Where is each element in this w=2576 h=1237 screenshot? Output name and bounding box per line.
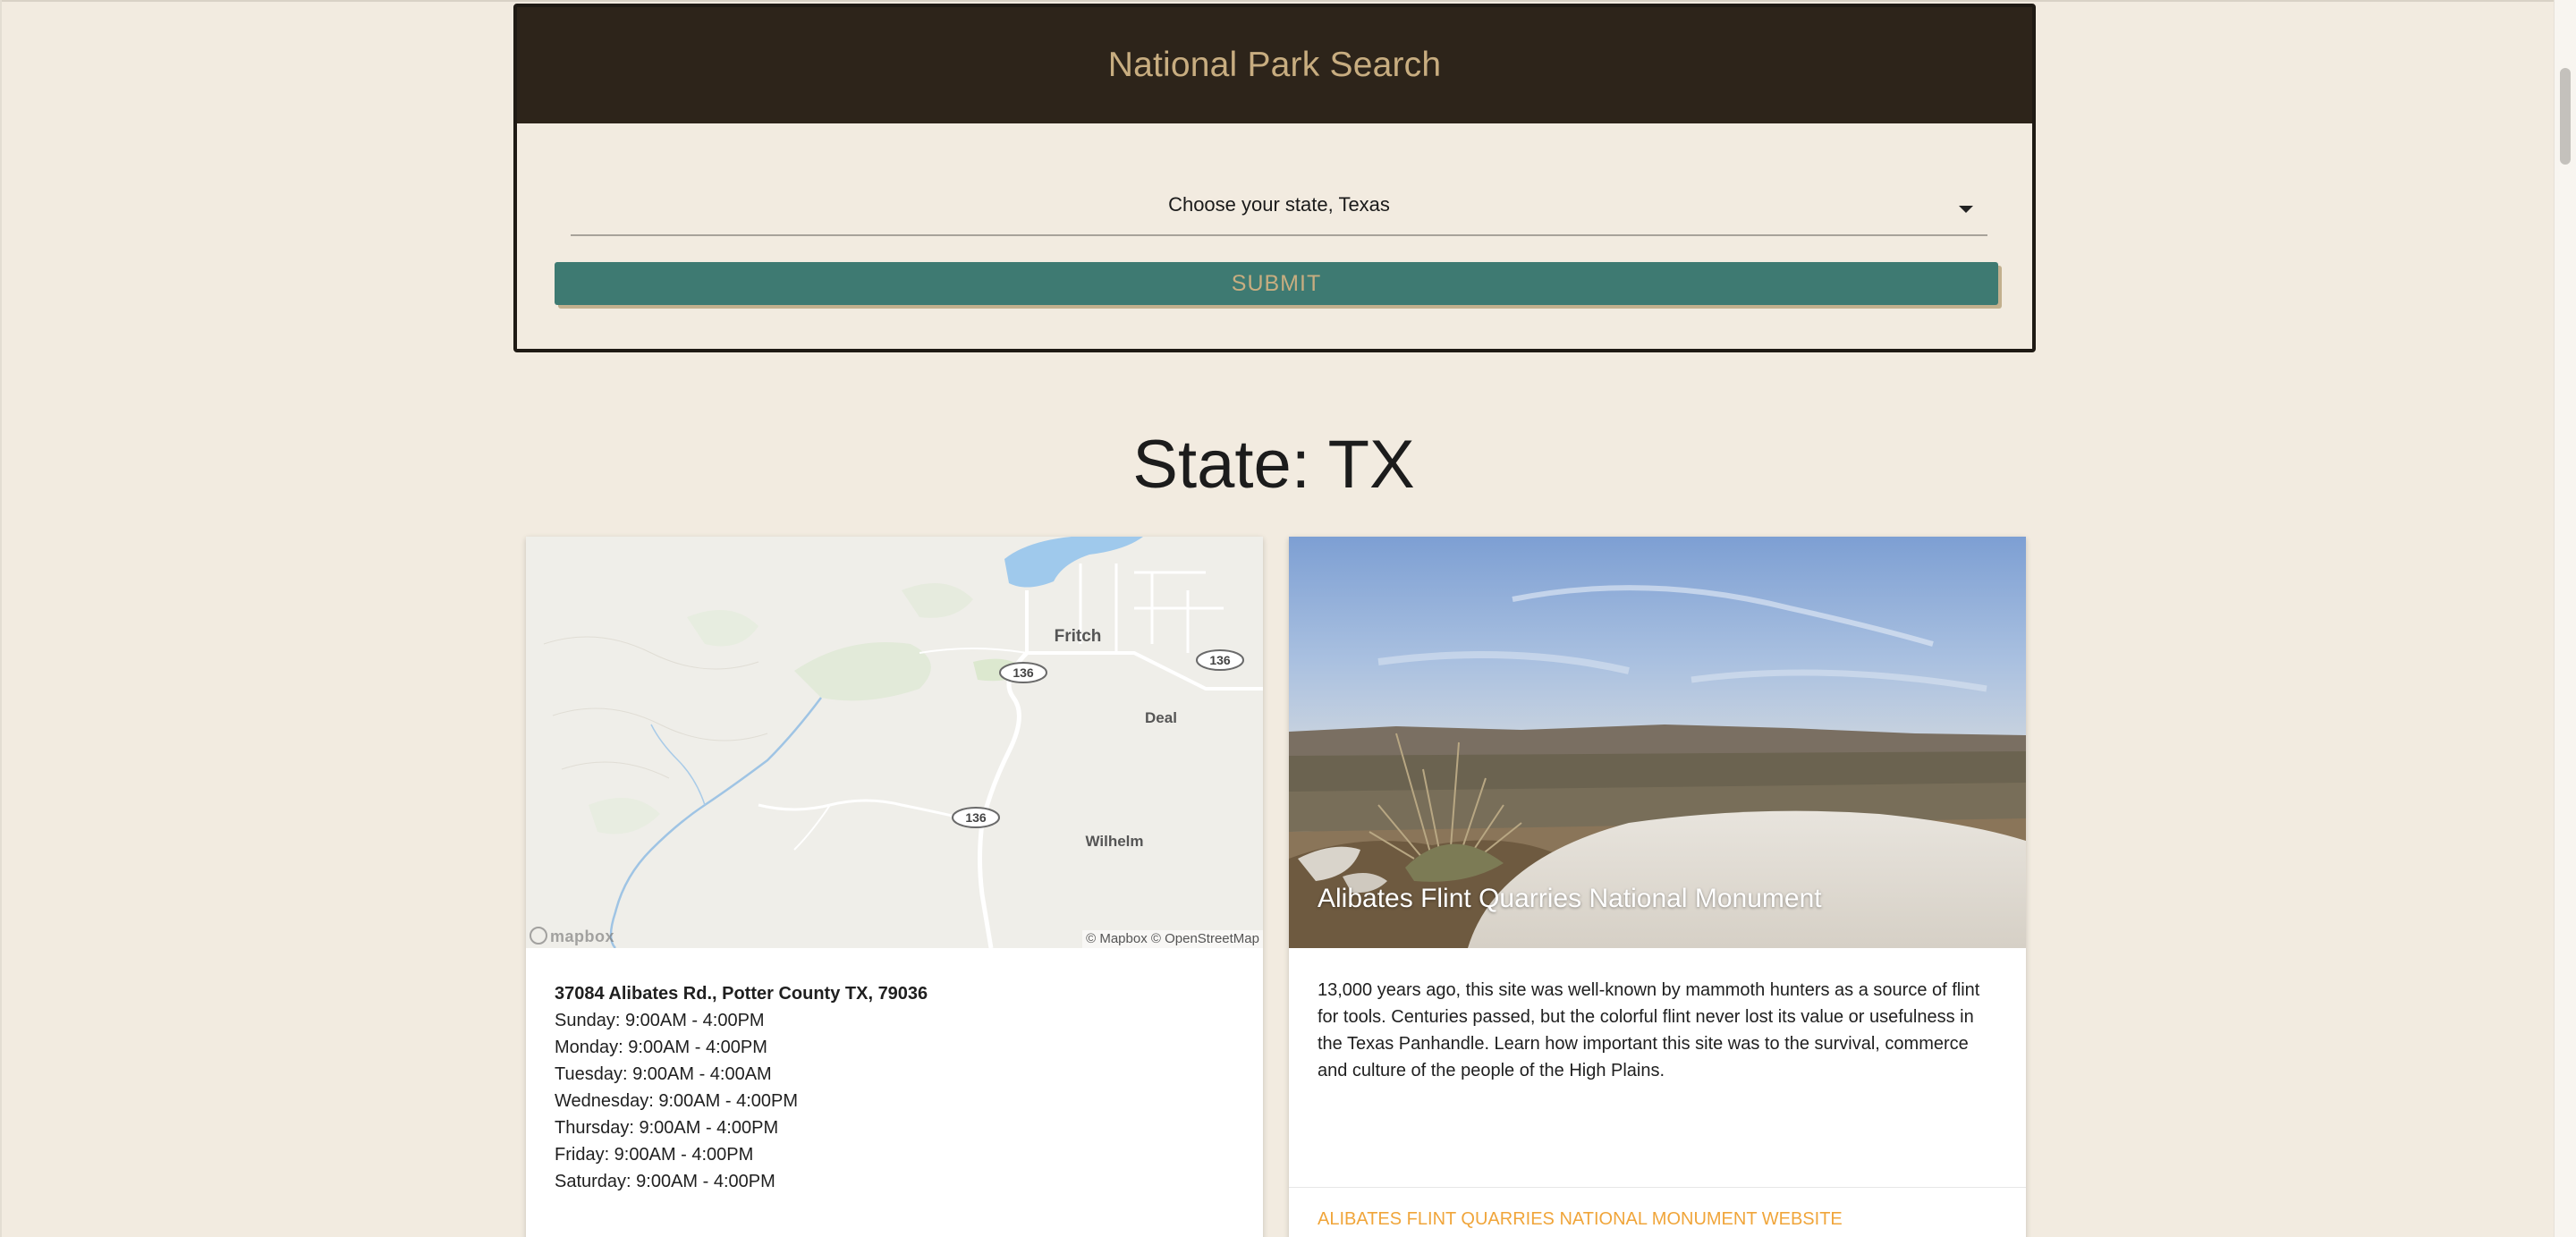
hours-tuesday: Tuesday: 9:00AM - 4:00AM xyxy=(555,1064,772,1084)
card-divider xyxy=(1289,1187,2026,1188)
map-label-fritch: Fritch xyxy=(1055,627,1102,646)
hours-sunday: Sunday: 9:00AM - 4:00PM xyxy=(555,1011,765,1030)
park-location-info: 37084 Alibates Rd., Potter County TX, 79… xyxy=(526,948,1263,1195)
left-border xyxy=(0,0,2,1237)
park-website-link[interactable]: ALIBATES FLINT QUARRIES NATIONAL MONUMEN… xyxy=(1318,1209,1843,1230)
park-photo: Alibates Flint Quarries National Monumen… xyxy=(1289,537,2026,948)
scrollbar-thumb[interactable] xyxy=(2560,68,2571,165)
hours-monday: Monday: 9:00AM - 4:00PM xyxy=(555,1038,767,1057)
state-heading: State: TX xyxy=(1132,427,1415,503)
route-136-shield-3: 136 xyxy=(965,810,987,825)
top-border xyxy=(0,0,2555,2)
park-address: 37084 Alibates Rd., Potter County TX, 79… xyxy=(555,984,928,1004)
park-location-card: 136 136 136 Fritch Deal Wilhelm mapbox ©… xyxy=(526,537,1263,1237)
submit-button[interactable]: SUBMIT xyxy=(555,262,1998,305)
map-attribution[interactable]: © Mapbox © OpenStreetMap xyxy=(1082,930,1263,948)
mapbox-logo-text: mapbox xyxy=(550,928,615,945)
route-136-shield-1: 136 xyxy=(1013,665,1034,680)
search-header: National Park Search xyxy=(517,7,2032,123)
hours-saturday: Saturday: 9:00AM - 4:00PM xyxy=(555,1172,775,1191)
caret-down-icon xyxy=(1959,206,1973,213)
map-graphic: 136 136 136 Fritch Deal Wilhelm xyxy=(526,537,1263,948)
scrollbar[interactable] xyxy=(2554,0,2576,1237)
park-name: Alibates Flint Quarries National Monumen… xyxy=(1318,884,1822,913)
map-label-deal: Deal xyxy=(1145,709,1177,726)
map-label-wilhelm: Wilhelm xyxy=(1085,833,1143,850)
hours-thursday: Thursday: 9:00AM - 4:00PM xyxy=(555,1118,779,1138)
mapbox-logo-icon[interactable]: mapbox xyxy=(530,927,614,946)
state-select-value: Choose your state, Texas xyxy=(1168,193,1390,216)
state-select[interactable]: Choose your state, Texas xyxy=(571,166,1987,236)
search-title: National Park Search xyxy=(1107,46,1442,84)
hours-friday: Friday: 9:00AM - 4:00PM xyxy=(555,1145,754,1165)
hours-wednesday: Wednesday: 9:00AM - 4:00PM xyxy=(555,1091,798,1111)
page: National Park Search Choose your state, … xyxy=(0,0,2576,1237)
park-info-card: Alibates Flint Quarries National Monumen… xyxy=(1289,537,2026,1237)
park-map[interactable]: 136 136 136 Fritch Deal Wilhelm mapbox ©… xyxy=(526,537,1263,948)
route-136-shield-2: 136 xyxy=(1209,653,1231,667)
park-description: 13,000 years ago, this site was well-kno… xyxy=(1318,980,1980,1080)
search-card: National Park Search Choose your state, … xyxy=(513,4,2036,352)
